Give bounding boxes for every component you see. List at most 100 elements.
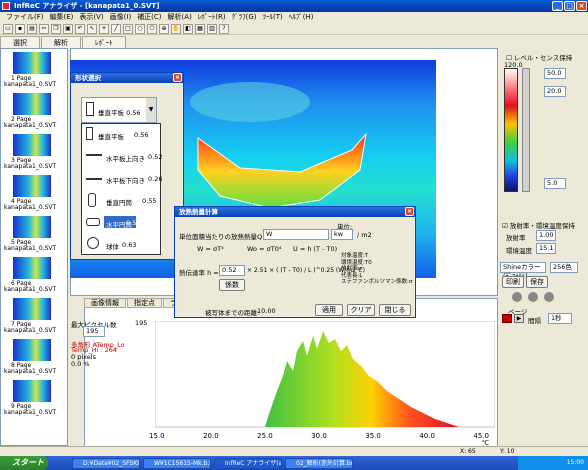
maximize-button[interactable]: □ xyxy=(564,1,575,11)
tab-report[interactable]: ﾚﾎﾟｰﾄ xyxy=(82,36,126,48)
menu-edit[interactable]: 編集(E) xyxy=(50,12,74,23)
arrow-icon[interactable]: ↖ xyxy=(87,24,97,34)
play-icon[interactable] xyxy=(528,292,538,302)
record-icon[interactable] xyxy=(512,292,522,302)
menu-correct[interactable]: 補正(C) xyxy=(137,12,161,23)
thumbnail-image[interactable] xyxy=(13,93,51,115)
cross-icon[interactable]: + xyxy=(99,24,109,34)
ellipse-icon[interactable]: ○ xyxy=(135,24,145,34)
shape-option[interactable]: 球体 0.63 xyxy=(82,234,160,254)
y-max-label: 195 xyxy=(135,319,148,327)
zoom-icon[interactable]: ⊕ xyxy=(159,24,169,34)
thumbnail-image[interactable] xyxy=(13,339,51,361)
menu-tool[interactable]: ﾂｰﾙ(T) xyxy=(263,12,283,23)
emissivity-checkbox[interactable]: ☑ 放射率・環境温度保持 xyxy=(502,220,575,230)
thumbnail-image[interactable] xyxy=(13,134,51,156)
level-lower-input[interactable]: 5.0 xyxy=(544,178,566,189)
thumbnail-image[interactable] xyxy=(13,175,51,197)
histogram-pane[interactable]: 画像情報 指定点 ライン 最大ピクセル数 195 多角形 ATemp_Lo Te… xyxy=(71,298,498,448)
level-mid-input[interactable]: 20.0 xyxy=(544,86,566,97)
thumbnail-image[interactable] xyxy=(13,52,51,74)
tab-analysis[interactable]: 解析 xyxy=(41,36,81,48)
help-icon[interactable]: ? xyxy=(219,24,229,34)
q-unit-select[interactable]: W xyxy=(263,229,329,240)
apply-button[interactable]: 適用 xyxy=(315,304,343,316)
shape-option-selected[interactable]: 水平円筒 0.52 xyxy=(82,212,160,232)
palette-select[interactable]: Shineカラー(ﾃﾞﾌｫﾙﾄ) xyxy=(500,262,546,280)
shape-dialog-close[interactable]: × xyxy=(173,73,182,82)
heat-dialog-close[interactable]: × xyxy=(405,207,414,216)
thumbnail-image[interactable] xyxy=(13,257,51,279)
env-temp-input[interactable]: 15.1 xyxy=(536,243,556,254)
taskbar-item[interactable]: W¥1C15615-Mk.b.MO... xyxy=(143,457,211,469)
tab-select[interactable]: 選択 xyxy=(0,36,40,48)
main-tabs: 選択 解析 ﾚﾎﾟｰﾄ xyxy=(0,36,498,48)
level-slider[interactable] xyxy=(522,68,530,192)
minimize-button[interactable]: _ xyxy=(552,1,563,11)
save-icon[interactable]: ▪ xyxy=(15,24,25,34)
shape-option-label: 球体 xyxy=(106,243,119,251)
polygon-icon[interactable]: ⬠ xyxy=(147,24,157,34)
menu-view[interactable]: 表示(V) xyxy=(79,12,103,23)
level-upper-input[interactable]: 50.0 xyxy=(544,68,566,79)
menu-image[interactable]: 画像(I) xyxy=(110,12,132,23)
rect-icon[interactable]: □ xyxy=(123,24,133,34)
coefficient-button[interactable]: 係数 xyxy=(219,279,245,291)
max-pixel-input[interactable]: 195 xyxy=(83,326,105,337)
area-unit-select[interactable]: kw xyxy=(331,229,353,240)
save-button[interactable]: 保存 xyxy=(526,276,548,288)
shape-option[interactable]: 垂直平板 0.56 xyxy=(82,124,160,144)
open-icon[interactable]: ▭ xyxy=(3,24,13,34)
x-tick: 35.0 xyxy=(365,432,381,440)
undo-icon[interactable]: ↶ xyxy=(75,24,85,34)
shape-option[interactable]: 水平板上向き 0.52 xyxy=(82,146,162,166)
stop-icon[interactable] xyxy=(544,292,554,302)
menu-graph[interactable]: ｸﾞﾗﾌ(G) xyxy=(232,12,257,23)
menu-help[interactable]: ﾍﾙﾌﾟ(H) xyxy=(289,12,314,23)
hand-icon[interactable]: ✋ xyxy=(171,24,181,34)
clock: 15:00 xyxy=(566,459,584,466)
chart-icon[interactable]: ▥ xyxy=(207,24,217,34)
start-button[interactable]: スタート xyxy=(0,456,48,470)
shape-option[interactable]: 垂直円筒 0.55 xyxy=(82,190,160,210)
h-input[interactable]: 0.52 xyxy=(219,265,245,276)
taskbar-item[interactable]: 02_解析(赤外計算.bm... xyxy=(285,457,353,469)
thumbnail-list[interactable]: 1 Page kanapata1_0.SVT 2 Page kanapata1_… xyxy=(0,48,68,446)
distance-value: 10.00 xyxy=(257,307,276,315)
paste-icon[interactable]: ▣ xyxy=(63,24,73,34)
print-button[interactable]: 印刷 xyxy=(502,276,524,288)
shape-select-dialog: 形状選択 × 垂直平板 0.56 ▼ 垂直平板 0.56 水平板上向き 0.52 … xyxy=(70,72,184,260)
play-button[interactable]: ▶ xyxy=(514,314,524,323)
taskbar-item-active[interactable]: InfReC アナライザ(a... xyxy=(214,457,282,469)
print-icon[interactable]: ▤ xyxy=(27,24,37,34)
cut-icon[interactable]: ✂ xyxy=(39,24,49,34)
close-button[interactable]: × xyxy=(576,1,587,11)
tab-image-info[interactable]: 画像情報 xyxy=(84,298,126,308)
interval-select[interactable]: 1秒 xyxy=(548,313,572,324)
thumbnail-image[interactable] xyxy=(13,216,51,238)
menu-report[interactable]: ﾚﾎﾟｰﾄ(R) xyxy=(198,12,226,23)
line-icon[interactable]: ╱ xyxy=(111,24,121,34)
emissivity-label: 放射率 xyxy=(506,234,526,242)
shape-list[interactable]: 垂直平板 0.56 水平板上向き 0.52 水平板下向き 0.26 垂直円筒 0… xyxy=(81,123,162,255)
taskbar-item[interactable]: D:¥Data¥02_SFSKEN... xyxy=(72,457,140,469)
interval-label: 間隔 xyxy=(528,317,541,325)
color-scale-bar[interactable] xyxy=(504,68,518,192)
shape-combo[interactable]: 垂直平板 0.56 ▼ xyxy=(81,97,157,123)
close-dialog-button[interactable]: 閉じる xyxy=(379,304,411,316)
thumbnail-image[interactable] xyxy=(13,380,51,402)
emissivity-input[interactable]: 1.00 xyxy=(536,230,556,241)
clear-button[interactable]: クリア xyxy=(347,304,375,316)
chevron-down-icon[interactable]: ▼ xyxy=(146,98,156,122)
rec-button[interactable] xyxy=(502,314,512,323)
menu-analysis[interactable]: 解析(A) xyxy=(168,12,192,23)
menu-file[interactable]: ファイル(F) xyxy=(6,12,44,23)
eq-w: W = σT⁴ xyxy=(197,245,224,253)
palette-icon[interactable]: ◧ xyxy=(183,24,193,34)
shape-option[interactable]: 水平板下向き 0.26 xyxy=(82,168,162,188)
tab-point[interactable]: 指定点 xyxy=(127,298,162,308)
levels-select[interactable]: 256色 xyxy=(550,262,578,273)
copy-icon[interactable]: ❐ xyxy=(51,24,61,34)
thumbnail-image[interactable] xyxy=(13,298,51,320)
grid-icon[interactable]: ▦ xyxy=(195,24,205,34)
